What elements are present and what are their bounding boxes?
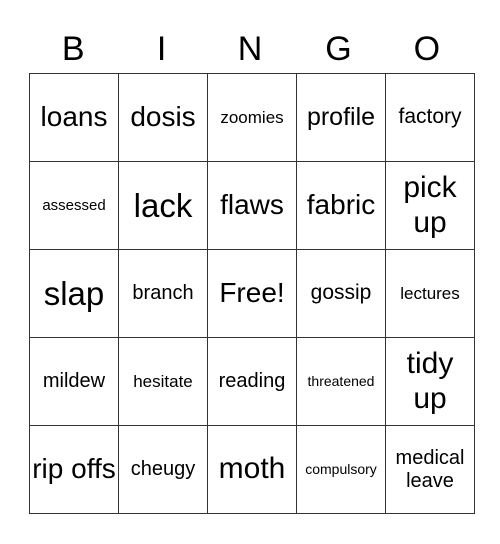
card-row: assessed lack flaws fabric pick up [29, 161, 475, 250]
card-cell: lectures [385, 249, 475, 338]
card-cell: hesitate [118, 337, 208, 426]
card-cell: cheugy [118, 425, 208, 514]
card-cell: rip offs [29, 425, 119, 514]
card-cell: mildew [29, 337, 119, 426]
card-cell: flaws [207, 161, 297, 250]
card-cell: threatened [296, 337, 386, 426]
card-cell: moth [207, 425, 297, 514]
header-letter-b: B [61, 30, 85, 68]
card-row: rip offs cheugy moth compulsory medical … [29, 425, 475, 514]
card-cell: branch [118, 249, 208, 338]
card-cell: loans [29, 73, 119, 162]
card-cell: lack [118, 161, 208, 250]
card-cell: reading [207, 337, 297, 426]
card-cell: gossip [296, 249, 386, 338]
free-space-cell: Free! [207, 249, 297, 338]
header-letter-o: O [413, 30, 441, 68]
card-cell: compulsory [296, 425, 386, 514]
card-cell: profile [296, 73, 386, 162]
card-cell: tidy up [385, 337, 475, 426]
card-cell: slap [29, 249, 119, 338]
card-cell: fabric [296, 161, 386, 250]
header-letter-g: G [325, 30, 352, 68]
card-cell: assessed [29, 161, 119, 250]
card-cell: pick up [385, 161, 475, 250]
bingo-card: loans dosis zoomies profile factory asse… [29, 73, 475, 514]
card-cell: medical leave [385, 425, 475, 514]
card-cell: zoomies [207, 73, 297, 162]
card-row: mildew hesitate reading threatened tidy … [29, 337, 475, 426]
card-cell: factory [385, 73, 475, 162]
bingo-header: B I N G O [29, 26, 471, 72]
card-row: loans dosis zoomies profile factory [29, 73, 475, 162]
header-letter-n: N [237, 30, 263, 68]
header-letter-i: I [156, 30, 167, 68]
card-cell: dosis [118, 73, 208, 162]
card-row: slap branch Free! gossip lectures [29, 249, 475, 338]
